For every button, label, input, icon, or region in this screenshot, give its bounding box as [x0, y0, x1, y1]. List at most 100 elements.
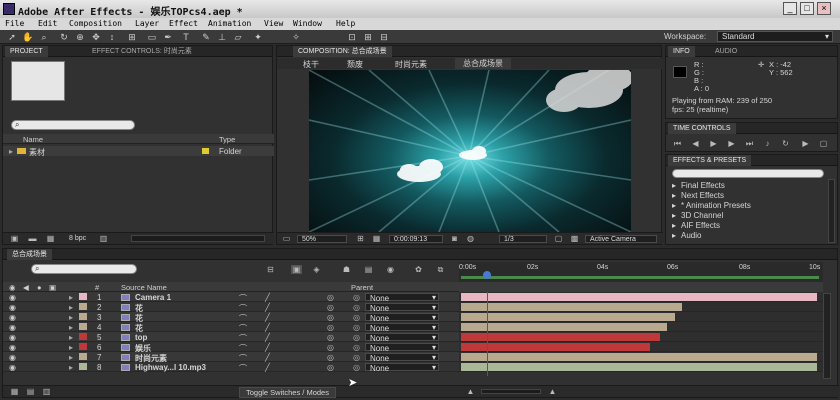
chevron-right-icon[interactable]: ▸: [69, 343, 73, 352]
breadcrumb-item-active[interactable]: 总合成场景: [455, 58, 511, 69]
timeline-scrollbar[interactable]: [823, 293, 831, 379]
brush-tool-icon[interactable]: ✎: [200, 32, 212, 42]
layer-name[interactable]: Highway...l 10.mp3: [135, 363, 206, 372]
project-scrollbar[interactable]: [131, 235, 265, 242]
project-search-input[interactable]: ⌕: [11, 120, 135, 130]
tab-info[interactable]: INFO: [668, 46, 695, 57]
quality-switch-icon[interactable]: ╱: [265, 303, 270, 312]
snapshot-icon[interactable]: ◙: [449, 234, 460, 243]
3d-layer-icon[interactable]: ◎: [327, 303, 334, 312]
brainstorm-icon[interactable]: ✿: [413, 265, 424, 274]
layer-duration-bar[interactable]: [461, 343, 650, 351]
puppet-pin-icon[interactable]: ✦: [252, 32, 264, 42]
hand-tool-icon[interactable]: ✋: [22, 32, 34, 42]
effects-scrollbar[interactable]: [828, 179, 835, 243]
timeline-zoom-slider[interactable]: [481, 389, 541, 394]
quality-switch-icon[interactable]: ╱: [265, 333, 270, 342]
menu-composition[interactable]: Composition: [69, 19, 122, 28]
track-z-camera-icon[interactable]: ↕: [106, 32, 118, 42]
chevron-right-icon[interactable]: ▸: [69, 293, 73, 302]
eraser-tool-icon[interactable]: ▱: [232, 32, 244, 42]
transparency-grid-icon[interactable]: ▩: [569, 234, 580, 243]
chevron-right-icon[interactable]: ▸: [69, 303, 73, 312]
parent-select[interactable]: None ▾: [365, 323, 439, 333]
menu-animation[interactable]: Animation: [208, 19, 251, 28]
table-row[interactable]: ◉ ▸ 1 Camera 1 ⌒ ╱ ◎ ◎ None ▾: [3, 292, 459, 303]
new-folder-icon[interactable]: ▬: [27, 234, 38, 243]
layer-duration-bar[interactable]: [461, 293, 817, 301]
list-item[interactable]: ▸ 3D Channel: [670, 210, 830, 220]
eye-icon[interactable]: ◉: [9, 323, 16, 332]
shy-switch-icon[interactable]: ⌒: [239, 363, 247, 374]
layer-duration-bar[interactable]: [461, 353, 817, 361]
parent-select[interactable]: None ▾: [365, 363, 439, 373]
world-axis-icon[interactable]: ⊞: [362, 32, 374, 42]
pick-whip-icon[interactable]: ◎: [353, 343, 360, 352]
last-frame-icon[interactable]: ⏭: [744, 139, 755, 148]
tab-effect-controls[interactable]: EFFECT CONTROLS: 时尚元素: [87, 46, 197, 57]
live-update-icon[interactable]: ▣: [291, 265, 302, 274]
tab-audio[interactable]: AUDIO: [710, 46, 742, 57]
eye-icon[interactable]: ◉: [9, 283, 16, 292]
list-item[interactable]: ▸ 素材 Folder: [3, 146, 274, 157]
table-row[interactable]: ◉ ▸ 3 花 ⌒ ╱ ◎ ◎ None ▾: [3, 312, 459, 323]
play-icon[interactable]: ▶: [708, 139, 719, 148]
pick-whip-icon[interactable]: ◎: [353, 323, 360, 332]
list-item[interactable]: ▸ Audio: [670, 230, 830, 240]
layer-duration-bar[interactable]: [461, 333, 661, 341]
loop-icon[interactable]: ↻: [780, 139, 791, 148]
pick-whip-icon[interactable]: ◎: [353, 333, 360, 342]
workspace-select[interactable]: Standard ▾: [717, 31, 833, 42]
label-color-swatch[interactable]: [79, 353, 87, 360]
tab-project[interactable]: PROJECT: [5, 46, 48, 57]
puppet-tool-icon[interactable]: ✧: [290, 32, 302, 42]
eye-icon[interactable]: ◉: [9, 303, 16, 312]
eye-icon[interactable]: ◉: [9, 343, 16, 352]
pan-behind-tool-icon[interactable]: ⊞: [126, 32, 138, 42]
parent-select[interactable]: None ▾: [365, 343, 439, 353]
3d-layer-icon[interactable]: ◎: [327, 313, 334, 322]
menu-window[interactable]: Window: [293, 19, 322, 28]
label-color-swatch[interactable]: [79, 293, 87, 300]
3d-layer-icon[interactable]: ◎: [327, 343, 334, 352]
list-item[interactable]: ▸ Next Effects: [670, 190, 830, 200]
pick-whip-icon[interactable]: ◎: [353, 353, 360, 362]
menu-file[interactable]: File: [5, 19, 24, 28]
pen-tool-icon[interactable]: ✒: [162, 32, 174, 42]
rotate-tool-icon[interactable]: ↻: [58, 32, 70, 42]
eye-icon[interactable]: ◉: [9, 333, 16, 342]
chevron-right-icon[interactable]: ▸: [69, 363, 73, 372]
quality-switch-icon[interactable]: ╱: [265, 293, 270, 302]
eye-icon[interactable]: ◉: [9, 313, 16, 322]
pick-whip-icon[interactable]: ◎: [353, 303, 360, 312]
toggle-switches-modes-button[interactable]: Toggle Switches / Modes: [239, 387, 336, 398]
parent-select[interactable]: None ▾: [365, 353, 439, 363]
menu-view[interactable]: View: [264, 19, 283, 28]
layer-duration-bar[interactable]: [461, 323, 668, 331]
speaker-icon[interactable]: ◀: [23, 283, 29, 292]
expand-transfer-controls-icon[interactable]: ▤: [25, 387, 36, 396]
3d-layer-icon[interactable]: ◎: [327, 333, 334, 342]
quality-switch-icon[interactable]: ╱: [265, 353, 270, 362]
tab-composition[interactable]: COMPOSITION: 总合成场景: [293, 46, 392, 57]
column-parent[interactable]: Parent: [351, 283, 373, 292]
label-color-swatch[interactable]: [79, 313, 87, 320]
table-row[interactable]: ◉ ▸ 8 Highway...l 10.mp3 ⌒ ╱ ◎ ◎ None ▾: [3, 362, 459, 374]
layer-name[interactable]: Camera 1: [135, 293, 171, 302]
chevron-right-icon[interactable]: ▸: [69, 333, 73, 342]
ram-preview-icon[interactable]: ▶: [800, 139, 811, 148]
zoom-in-icon[interactable]: ▲: [547, 387, 558, 396]
safe-margins-icon[interactable]: ⊞: [355, 234, 366, 243]
tab-effects-presets[interactable]: EFFECTS & PRESETS: [668, 155, 752, 166]
chevron-right-icon[interactable]: ▸: [69, 353, 73, 362]
playhead-handle[interactable]: [483, 271, 491, 279]
orbit-camera-icon[interactable]: ⊕: [74, 32, 86, 42]
tab-timeline-comp[interactable]: 总合成场景: [7, 249, 52, 260]
audio-icon[interactable]: ♪: [762, 139, 773, 148]
next-frame-icon[interactable]: ▶: [726, 139, 737, 148]
maximize-button[interactable]: □: [800, 2, 814, 15]
motion-blur-icon[interactable]: ◉: [385, 265, 396, 274]
pick-whip-icon[interactable]: ◎: [353, 363, 360, 372]
table-row[interactable]: ◉ ▸ 4 花 ⌒ ╱ ◎ ◎ None ▾: [3, 322, 459, 333]
expand-layer-switches-icon[interactable]: ▦: [9, 387, 20, 396]
